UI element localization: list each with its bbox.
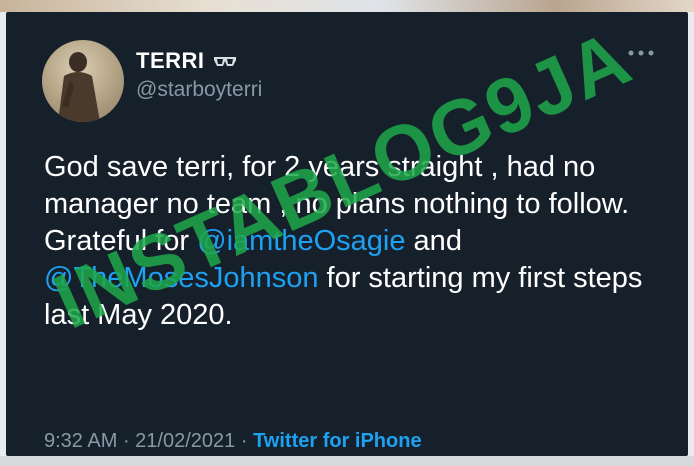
- avatar-figure: [58, 52, 100, 122]
- meta-separator: ·: [235, 430, 254, 452]
- background-photo-strip-top: [0, 0, 694, 12]
- mention-link-mosesjohnson[interactable]: @TheMosesJohnson: [44, 262, 318, 294]
- tweet-meta: 9:32 AM · 21/02/2021 · Twitter for iPhon…: [44, 430, 422, 453]
- display-name[interactable]: TERRI: [136, 48, 205, 74]
- avatar[interactable]: [42, 40, 124, 122]
- background-photo-strip-bottom: [0, 456, 694, 466]
- author-name-row: TERRI: [136, 48, 237, 74]
- sunglasses-icon: [213, 54, 237, 68]
- tweet-card[interactable]: TERRI @starboyterri God save terri, for …: [6, 12, 688, 456]
- tweet-time[interactable]: 9:32 AM: [44, 430, 117, 452]
- username-handle[interactable]: @starboyterri: [136, 78, 262, 102]
- tweet-date[interactable]: 21/02/2021: [135, 430, 235, 452]
- more-options-icon[interactable]: [626, 48, 656, 58]
- tweet-text: God save terri, for 2 years straight , h…: [44, 149, 664, 334]
- meta-separator: ·: [117, 430, 136, 452]
- tweet-source-link[interactable]: Twitter for iPhone: [253, 430, 422, 452]
- mention-link-osagie[interactable]: @iamtheOsagie: [197, 225, 405, 257]
- tweet-text-segment: and: [405, 225, 462, 257]
